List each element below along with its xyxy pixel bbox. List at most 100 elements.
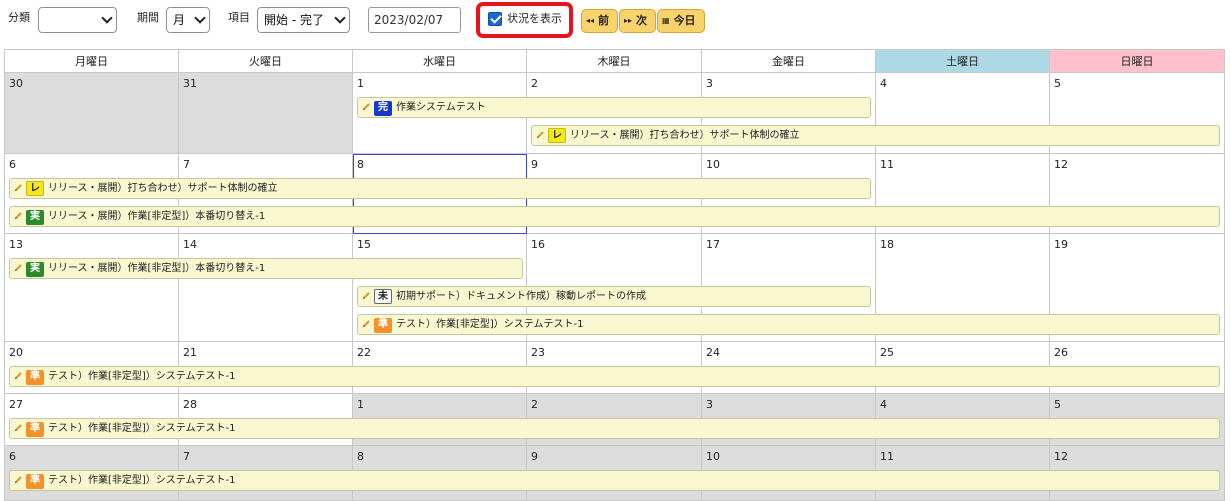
day-number: 9 bbox=[531, 450, 538, 463]
show-status-highlight: 状況を表示 bbox=[476, 2, 573, 38]
pencil-icon[interactable] bbox=[14, 475, 23, 484]
item-select[interactable]: 開始 - 完了 bbox=[257, 7, 350, 33]
day-number: 3 bbox=[706, 77, 713, 90]
day-number: 1 bbox=[357, 398, 364, 411]
date-input[interactable]: 2023/02/07 bbox=[368, 7, 461, 33]
day-number: 24 bbox=[706, 346, 720, 359]
event-title: リリース・展開）作業[非定型]）本番切り替え-1 bbox=[48, 211, 266, 222]
day-number: 27 bbox=[9, 398, 23, 411]
period-select[interactable]: 月 bbox=[166, 7, 210, 33]
weekday-header-wed: 水曜日 bbox=[353, 49, 527, 73]
calendar-event[interactable]: 準テスト）作業[非定型]）システムテスト-1 bbox=[9, 418, 1220, 439]
status-badge: 実 bbox=[26, 210, 44, 225]
pencil-icon[interactable] bbox=[362, 102, 371, 111]
day-number: 21 bbox=[183, 346, 197, 359]
pencil-icon[interactable] bbox=[536, 130, 545, 139]
day-number: 22 bbox=[357, 346, 371, 359]
calendar-event[interactable]: 実リリース・展開）作業[非定型]）本番切り替え-1 bbox=[9, 206, 1220, 227]
day-number: 7 bbox=[183, 450, 190, 463]
day-number: 12 bbox=[1054, 450, 1068, 463]
pencil-icon[interactable] bbox=[14, 371, 23, 380]
next-button[interactable]: ▸▸ 次 bbox=[619, 9, 656, 33]
day-number: 5 bbox=[1054, 398, 1061, 411]
status-badge: 準 bbox=[26, 474, 44, 489]
chevron-down-icon bbox=[334, 12, 346, 24]
next-button-label: 次 bbox=[636, 14, 648, 27]
calendar-event[interactable]: レリリース・展開）打ち合わせ）サポート体制の確立 bbox=[9, 178, 871, 199]
day-cell[interactable]: 13 bbox=[4, 234, 179, 342]
weekday-header-thu: 木曜日 bbox=[527, 49, 702, 73]
toolbar: 分類 期間 月 項目 開始 - 完了 2023/02/07 状況を表示 ◂◂ 前 … bbox=[0, 0, 1230, 46]
prev-button[interactable]: ◂◂ 前 bbox=[581, 9, 618, 33]
weekday-header-fri: 金曜日 bbox=[702, 49, 876, 73]
day-number: 2 bbox=[531, 398, 538, 411]
day-cell[interactable]: 31 bbox=[179, 73, 353, 154]
day-number: 6 bbox=[9, 158, 16, 171]
item-select-value: 開始 - 完了 bbox=[264, 13, 324, 27]
calendar-event[interactable]: 準テスト）作業[非定型]）システムテスト-1 bbox=[357, 314, 1220, 335]
pencil-icon[interactable] bbox=[14, 183, 23, 192]
calendar-icon: ▦ bbox=[662, 16, 670, 25]
day-number: 25 bbox=[880, 346, 894, 359]
calendar-event[interactable]: 実リリース・展開）作業[非定型]）本番切り替え-1 bbox=[9, 258, 523, 279]
weekday-header-tue: 火曜日 bbox=[179, 49, 353, 73]
prev-button-label: 前 bbox=[598, 14, 610, 27]
calendar-event[interactable]: 完作業システムテスト bbox=[357, 97, 871, 118]
month-calendar: 月曜日 火曜日 水曜日 木曜日 金曜日 土曜日 日曜日 30 31 1 2 3 4 5 6 7 8… bbox=[4, 49, 1225, 501]
day-number: 3 bbox=[706, 398, 713, 411]
show-status-checkbox[interactable] bbox=[488, 12, 502, 26]
day-number: 17 bbox=[706, 238, 720, 251]
day-cell[interactable]: 30 bbox=[4, 73, 179, 154]
day-number: 5 bbox=[1054, 77, 1061, 90]
status-badge: 準 bbox=[374, 318, 392, 333]
day-number: 28 bbox=[183, 398, 197, 411]
today-button-label: 今日 bbox=[673, 14, 696, 27]
status-badge: レ bbox=[548, 128, 566, 143]
category-label: 分類 bbox=[8, 11, 30, 24]
day-number: 10 bbox=[706, 158, 720, 171]
day-number: 31 bbox=[183, 77, 197, 90]
pencil-icon[interactable] bbox=[14, 423, 23, 432]
day-number: 8 bbox=[357, 158, 364, 171]
today-button[interactable]: ▦ 今日 bbox=[657, 9, 705, 33]
calendar-event[interactable]: 準テスト）作業[非定型]）システムテスト-1 bbox=[9, 366, 1220, 387]
day-number: 26 bbox=[1054, 346, 1068, 359]
event-title: リリース・展開）打ち合わせ）サポート体制の確立 bbox=[570, 130, 800, 141]
pencil-icon[interactable] bbox=[14, 263, 23, 272]
pencil-icon[interactable] bbox=[362, 319, 371, 328]
day-number: 11 bbox=[880, 450, 894, 463]
event-title: テスト）作業[非定型]）システムテスト-1 bbox=[48, 423, 236, 434]
double-arrow-left-icon: ◂◂ bbox=[586, 16, 595, 25]
weekday-header-sat: 土曜日 bbox=[876, 49, 1050, 73]
day-number: 16 bbox=[531, 238, 545, 251]
day-number: 18 bbox=[880, 238, 894, 251]
period-label: 期間 bbox=[137, 11, 159, 24]
weekday-header-sun: 日曜日 bbox=[1050, 49, 1225, 73]
day-number: 4 bbox=[880, 398, 887, 411]
status-badge: レ bbox=[26, 181, 44, 196]
pencil-icon[interactable] bbox=[362, 291, 371, 300]
period-select-value: 月 bbox=[173, 13, 186, 27]
pencil-icon[interactable] bbox=[14, 211, 23, 220]
calendar-event[interactable]: レリリース・展開）打ち合わせ）サポート体制の確立 bbox=[531, 125, 1220, 146]
day-number: 1 bbox=[357, 77, 364, 90]
day-number: 7 bbox=[183, 158, 190, 171]
item-label: 項目 bbox=[228, 11, 250, 24]
day-number: 14 bbox=[183, 238, 197, 251]
day-number: 11 bbox=[880, 158, 894, 171]
chevron-down-icon bbox=[194, 12, 206, 24]
day-number: 6 bbox=[9, 450, 16, 463]
weekday-header-mon: 月曜日 bbox=[4, 49, 179, 73]
day-number: 8 bbox=[357, 450, 364, 463]
day-number: 10 bbox=[706, 450, 720, 463]
calendar-event[interactable]: 未初期サポート）ドキュメント作成）稼動レポートの作成 bbox=[357, 286, 871, 307]
day-cell[interactable]: 14 bbox=[179, 234, 353, 342]
show-status-label[interactable]: 状況を表示 bbox=[507, 12, 562, 26]
event-title: 作業システムテスト bbox=[396, 102, 486, 113]
date-input-value: 2023/02/07 bbox=[374, 13, 444, 27]
calendar-event[interactable]: 準テスト）作業[非定型]）システムテスト-1 bbox=[9, 470, 1220, 491]
category-select[interactable] bbox=[38, 7, 117, 33]
event-title: 初期サポート）ドキュメント作成）稼動レポートの作成 bbox=[396, 291, 646, 302]
status-badge: 未 bbox=[374, 289, 392, 304]
event-title: リリース・展開）作業[非定型]）本番切り替え-1 bbox=[48, 263, 266, 274]
